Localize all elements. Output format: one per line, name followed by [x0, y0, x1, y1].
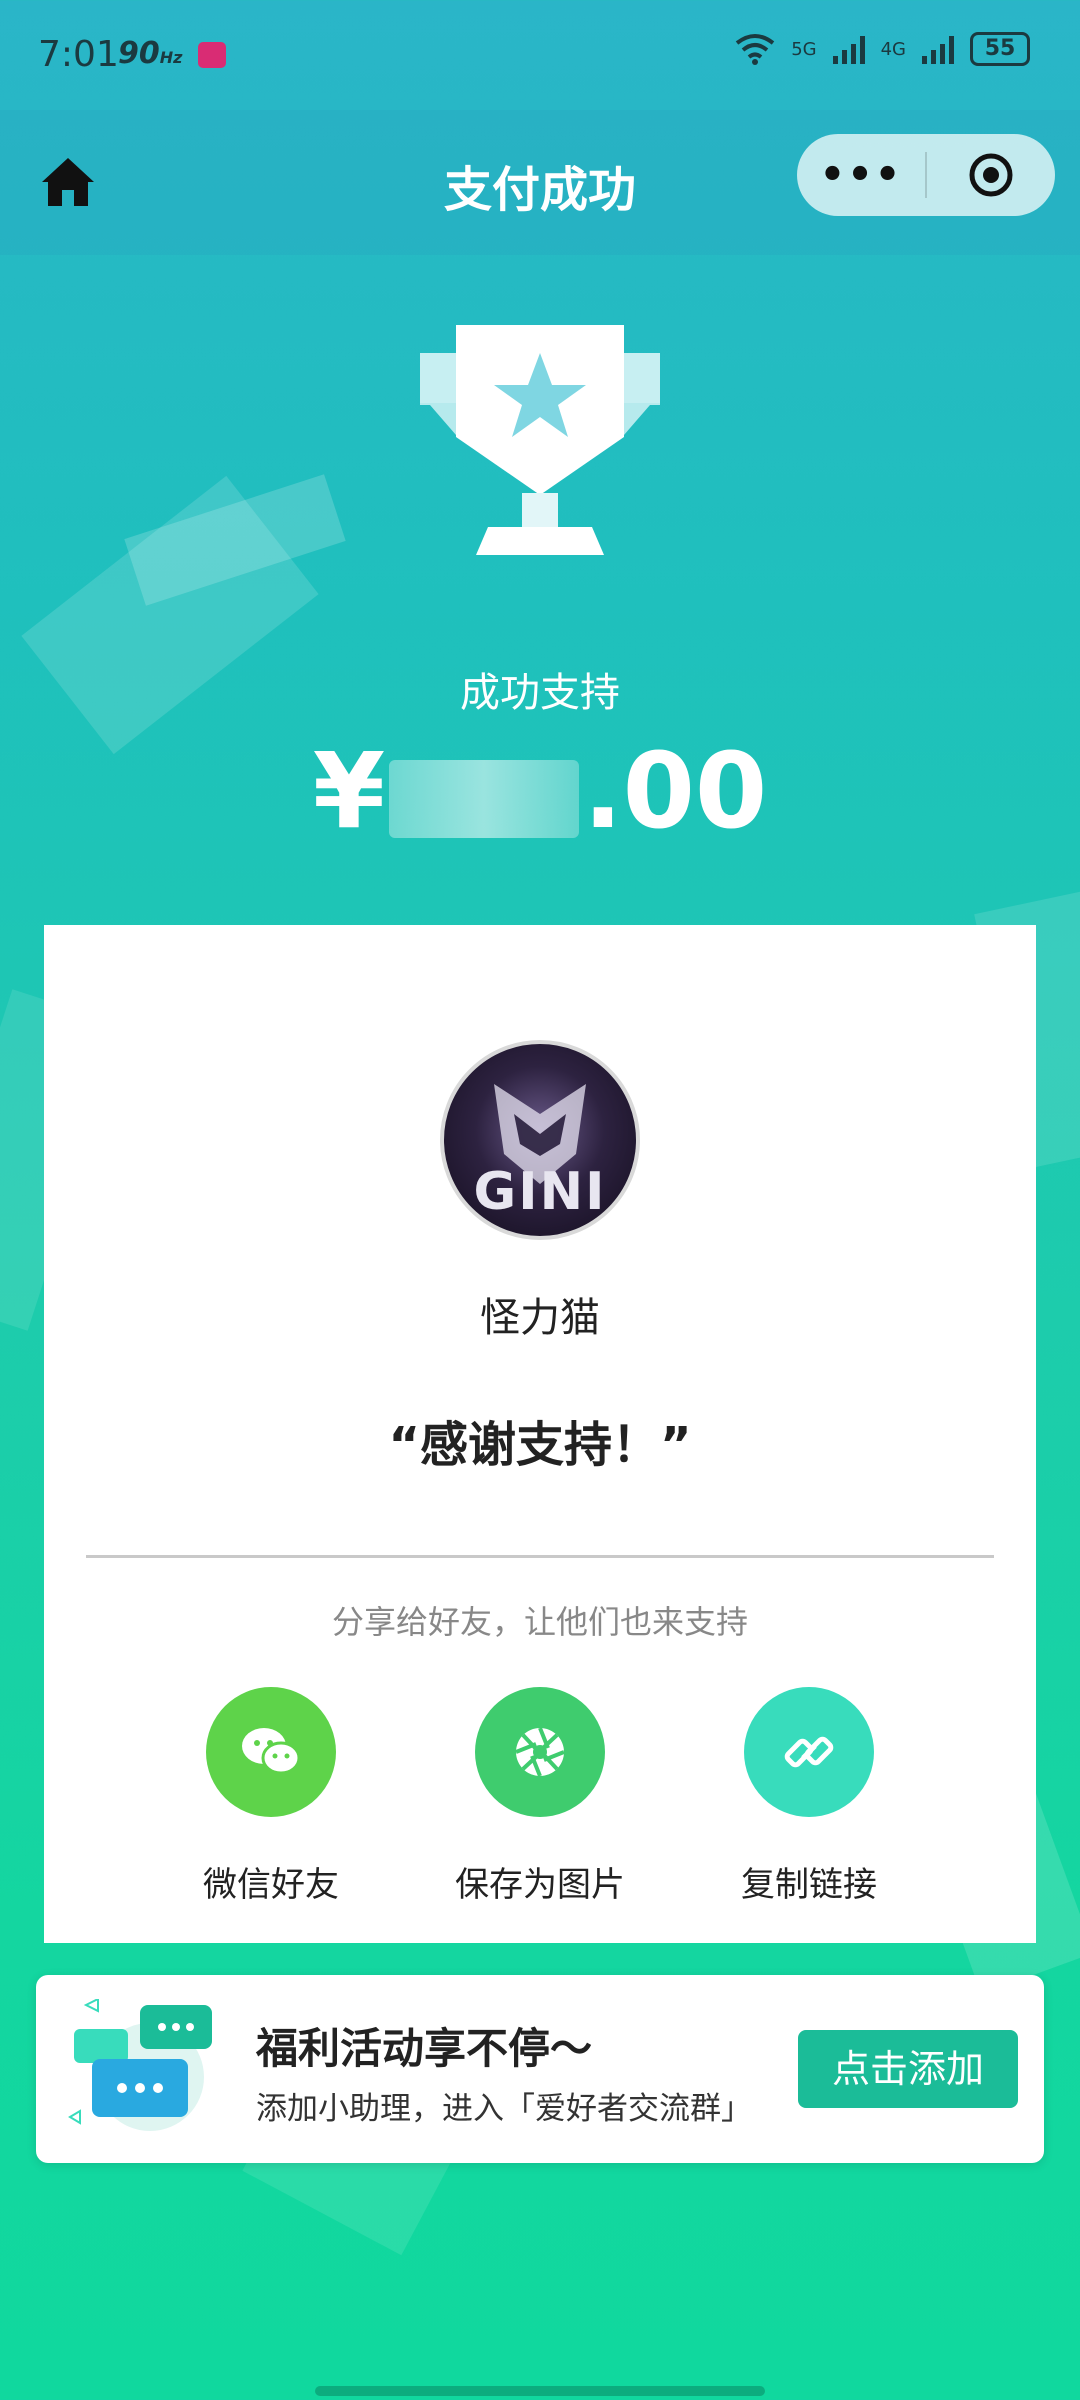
obscured-amount — [389, 759, 580, 838]
battery-indicator: 55 — [970, 32, 1030, 66]
signal-icon — [922, 34, 954, 64]
aperture-icon — [515, 1727, 565, 1777]
banner-subtitle: 添加小助理，进入「爱好者交流群」 — [256, 2091, 752, 2127]
creator-name: 怪力猫 — [480, 1295, 600, 1341]
share-wechat-label: 微信好友 — [203, 1865, 339, 1905]
app-notification-icon — [198, 42, 226, 68]
signal-icon — [832, 34, 865, 64]
save-image-button[interactable]: 保存为图片 — [430, 1687, 650, 1906]
more-button[interactable]: ••• — [797, 134, 925, 216]
promo-banner[interactable]: 福利活动享不停～ 添加小助理，进入「爱好者交流群」 点击添加 — [36, 1975, 1044, 2163]
refresh-rate-unit: Hz — [159, 48, 183, 67]
refresh-rate-value: 90 — [118, 36, 160, 71]
share-wechat-circle — [206, 1687, 336, 1817]
target-icon — [969, 153, 1013, 197]
amount-decimals: .00 — [583, 730, 768, 852]
copy-link-circle — [744, 1687, 874, 1817]
link-icon — [784, 1736, 834, 1768]
support-card: GINI 怪力猫 “感谢支持！” 分享给好友，让他们也来支持 微信好友 保存为图… — [44, 925, 1036, 1943]
refresh-rate: 90Hz — [118, 36, 182, 71]
network-5g-label: 5G — [791, 38, 817, 60]
wifi-icon — [735, 34, 775, 65]
avatar-logo-text: GINI — [473, 1162, 607, 1222]
payment-amount: ¥ .00 — [0, 730, 1080, 852]
thanks-message: “感谢支持！” — [388, 1417, 692, 1473]
add-assistant-button[interactable]: 点击添加 — [798, 2030, 1018, 2108]
navigation-bar: 支付成功 ••• — [0, 110, 1080, 255]
save-image-circle — [475, 1687, 605, 1817]
save-image-label: 保存为图片 — [455, 1865, 625, 1905]
trophy-icon — [420, 325, 660, 555]
copy-link-label: 复制链接 — [741, 1865, 877, 1905]
mini-program-capsule: ••• — [797, 134, 1055, 216]
creator-avatar: GINI — [440, 1040, 640, 1240]
share-wechat-button[interactable]: 微信好友 — [161, 1687, 381, 1906]
status-bar: 7:01 90Hz 5G 4G 55 — [0, 0, 1080, 110]
status-time: 7:01 — [38, 34, 119, 75]
banner-title: 福利活动享不停～ — [256, 2024, 593, 2073]
status-icons: 5G 4G 55 — [735, 32, 1030, 66]
network-4g-label: 4G — [880, 38, 906, 60]
support-label: 成功支持 — [460, 670, 620, 716]
close-mini-program-button[interactable] — [927, 151, 1055, 199]
currency-symbol: ¥ — [312, 730, 386, 852]
divider — [86, 1555, 994, 1558]
share-hint: 分享给好友，让他们也来支持 — [331, 1603, 748, 1641]
more-icon: ••• — [819, 152, 903, 198]
copy-link-button[interactable]: 复制链接 — [699, 1687, 919, 1906]
home-indicator[interactable] — [315, 2386, 765, 2396]
wechat-icon — [242, 1728, 301, 1775]
chat-group-icon — [68, 1999, 212, 2131]
